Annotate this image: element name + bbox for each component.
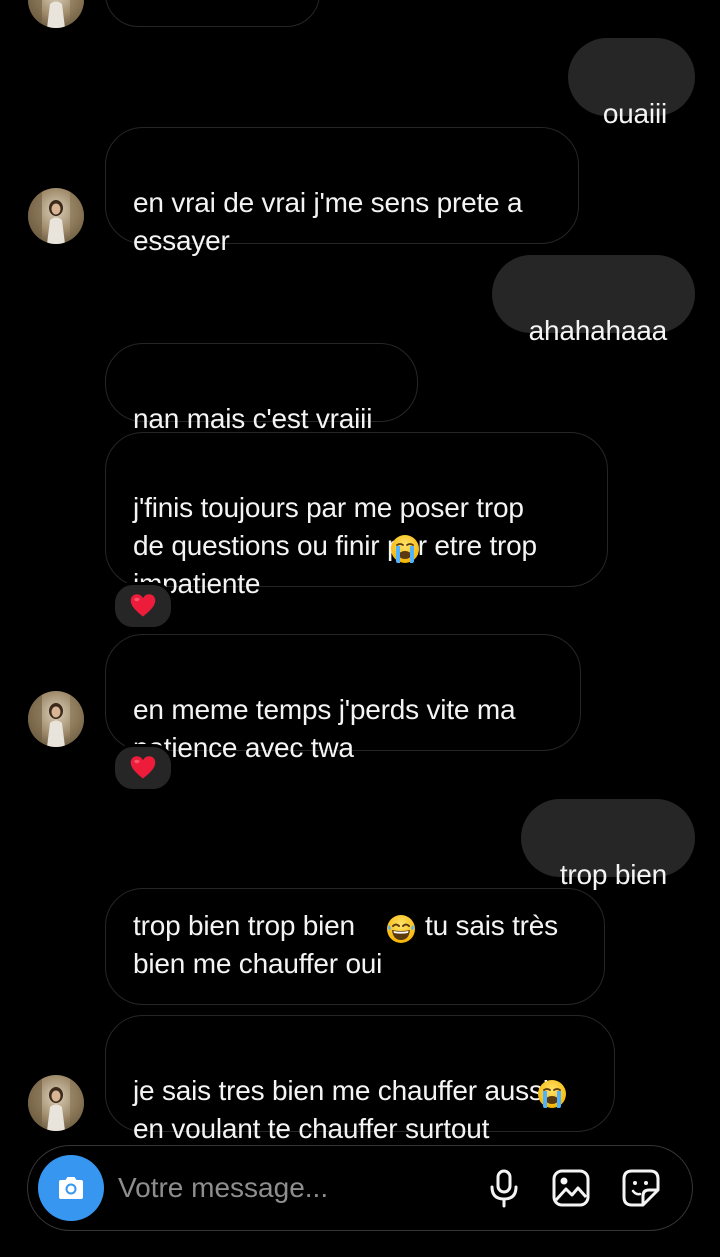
message-text: nan mais c'est vraiii <box>133 403 373 434</box>
message-bubble-partial[interactable] <box>105 0 320 27</box>
sticker-button[interactable] <box>619 1166 663 1210</box>
message-bubble-outgoing[interactable]: trop bien <box>521 799 695 890</box>
avatar-image <box>28 691 84 747</box>
heart-reaction[interactable] <box>112 744 174 792</box>
gallery-button[interactable] <box>549 1166 593 1210</box>
message-text: trop bien <box>559 859 667 890</box>
message-text: je sais tres bien me chauffer aussi en v… <box>133 1075 549 1144</box>
message-bubble-outgoing[interactable]: ouaiii <box>568 38 695 129</box>
message-text-part-b: tu sais très bien me chauffer oui <box>133 910 558 979</box>
message-text: j'finis toujours par me poser trop de qu… <box>133 492 537 599</box>
message-bubble-incoming[interactable]: j'finis toujours par me poser trop de qu… <box>105 432 608 599</box>
message-bubble-outgoing[interactable]: ahahahaaa <box>492 255 695 346</box>
message-text: en meme temps j'perds vite ma patience a… <box>133 694 516 763</box>
heart-icon <box>129 754 157 782</box>
sender-avatar[interactable] <box>28 188 84 244</box>
gallery-icon <box>552 1169 590 1207</box>
avatar-image <box>28 188 84 244</box>
heart-reaction[interactable] <box>112 582 174 630</box>
message-text: ouaiii <box>602 98 667 129</box>
message-text: en vrai de vrai j'me sens prete a essaye… <box>133 187 523 256</box>
message-input[interactable] <box>118 1166 458 1210</box>
message-bubble-incoming[interactable]: en meme temps j'perds vite ma patience a… <box>105 634 581 763</box>
avatar-image <box>28 0 84 28</box>
voice-message-button[interactable] <box>482 1166 526 1210</box>
heart-icon <box>129 592 157 620</box>
crying-face-icon <box>389 533 421 565</box>
sender-avatar[interactable] <box>28 0 84 28</box>
crying-face-icon <box>536 1078 568 1110</box>
camera-icon <box>59 1177 83 1199</box>
message-text: ahahahaaa <box>528 315 668 346</box>
message-bubble-incoming[interactable]: nan mais c'est vraiii <box>105 343 418 434</box>
microphone-icon <box>490 1169 518 1208</box>
avatar-image <box>28 1075 84 1131</box>
message-composer <box>27 1145 693 1231</box>
message-bubble-incoming[interactable]: je sais tres bien me chauffer aussi en v… <box>105 1015 615 1144</box>
message-bubble-incoming[interactable]: trop bien trop bien tu sais très bien me… <box>105 888 605 1005</box>
message-bubble-incoming[interactable]: en vrai de vrai j'me sens prete a essaye… <box>105 127 579 256</box>
sticker-icon <box>622 1169 660 1207</box>
sender-avatar[interactable] <box>28 691 84 747</box>
camera-button[interactable] <box>38 1155 104 1221</box>
sender-avatar[interactable] <box>28 1075 84 1131</box>
